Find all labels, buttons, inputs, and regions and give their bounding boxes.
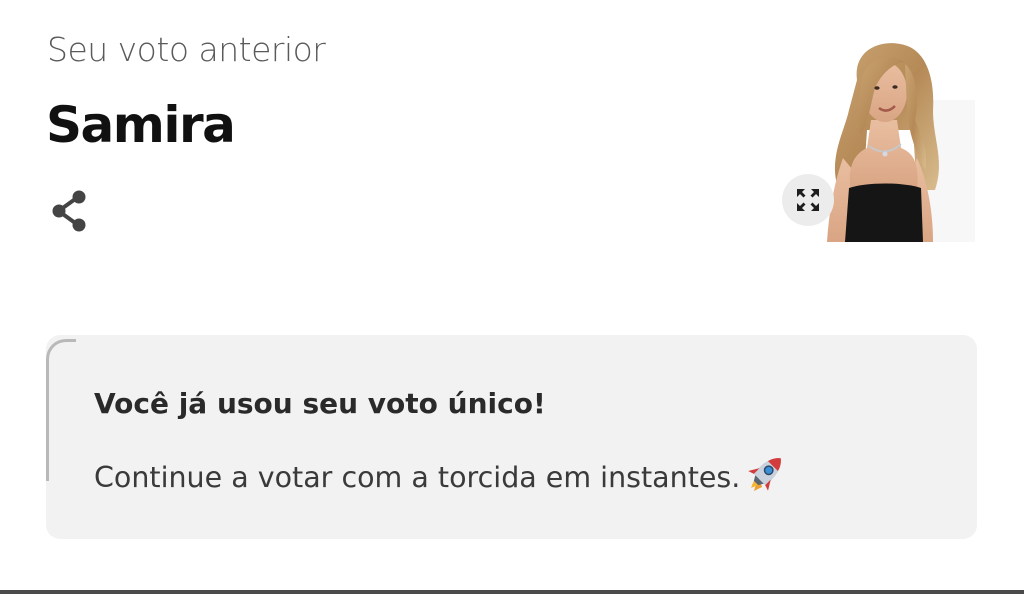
expand-icon: [797, 189, 819, 211]
vote-used-notice: Você já usou seu voto único! Continue a …: [46, 335, 977, 539]
notice-message: Continue a votar com a torcida em instan…: [94, 461, 741, 494]
expand-photo-button[interactable]: [782, 174, 834, 226]
previous-vote-label: Seu voto anterior: [47, 30, 326, 69]
notice-title: Você já usou seu voto único!: [94, 387, 546, 420]
notice-message-line: Continue a votar com a torcida em instan…: [94, 451, 788, 495]
notice-accent-border: [46, 339, 76, 481]
share-button[interactable]: [48, 188, 92, 234]
candidate-name: Samira: [46, 96, 236, 154]
candidate-photo-area: [780, 40, 980, 242]
share-icon: [52, 190, 86, 232]
bottom-divider: [0, 590, 1024, 594]
rocket-emoji-icon: [748, 458, 782, 491]
